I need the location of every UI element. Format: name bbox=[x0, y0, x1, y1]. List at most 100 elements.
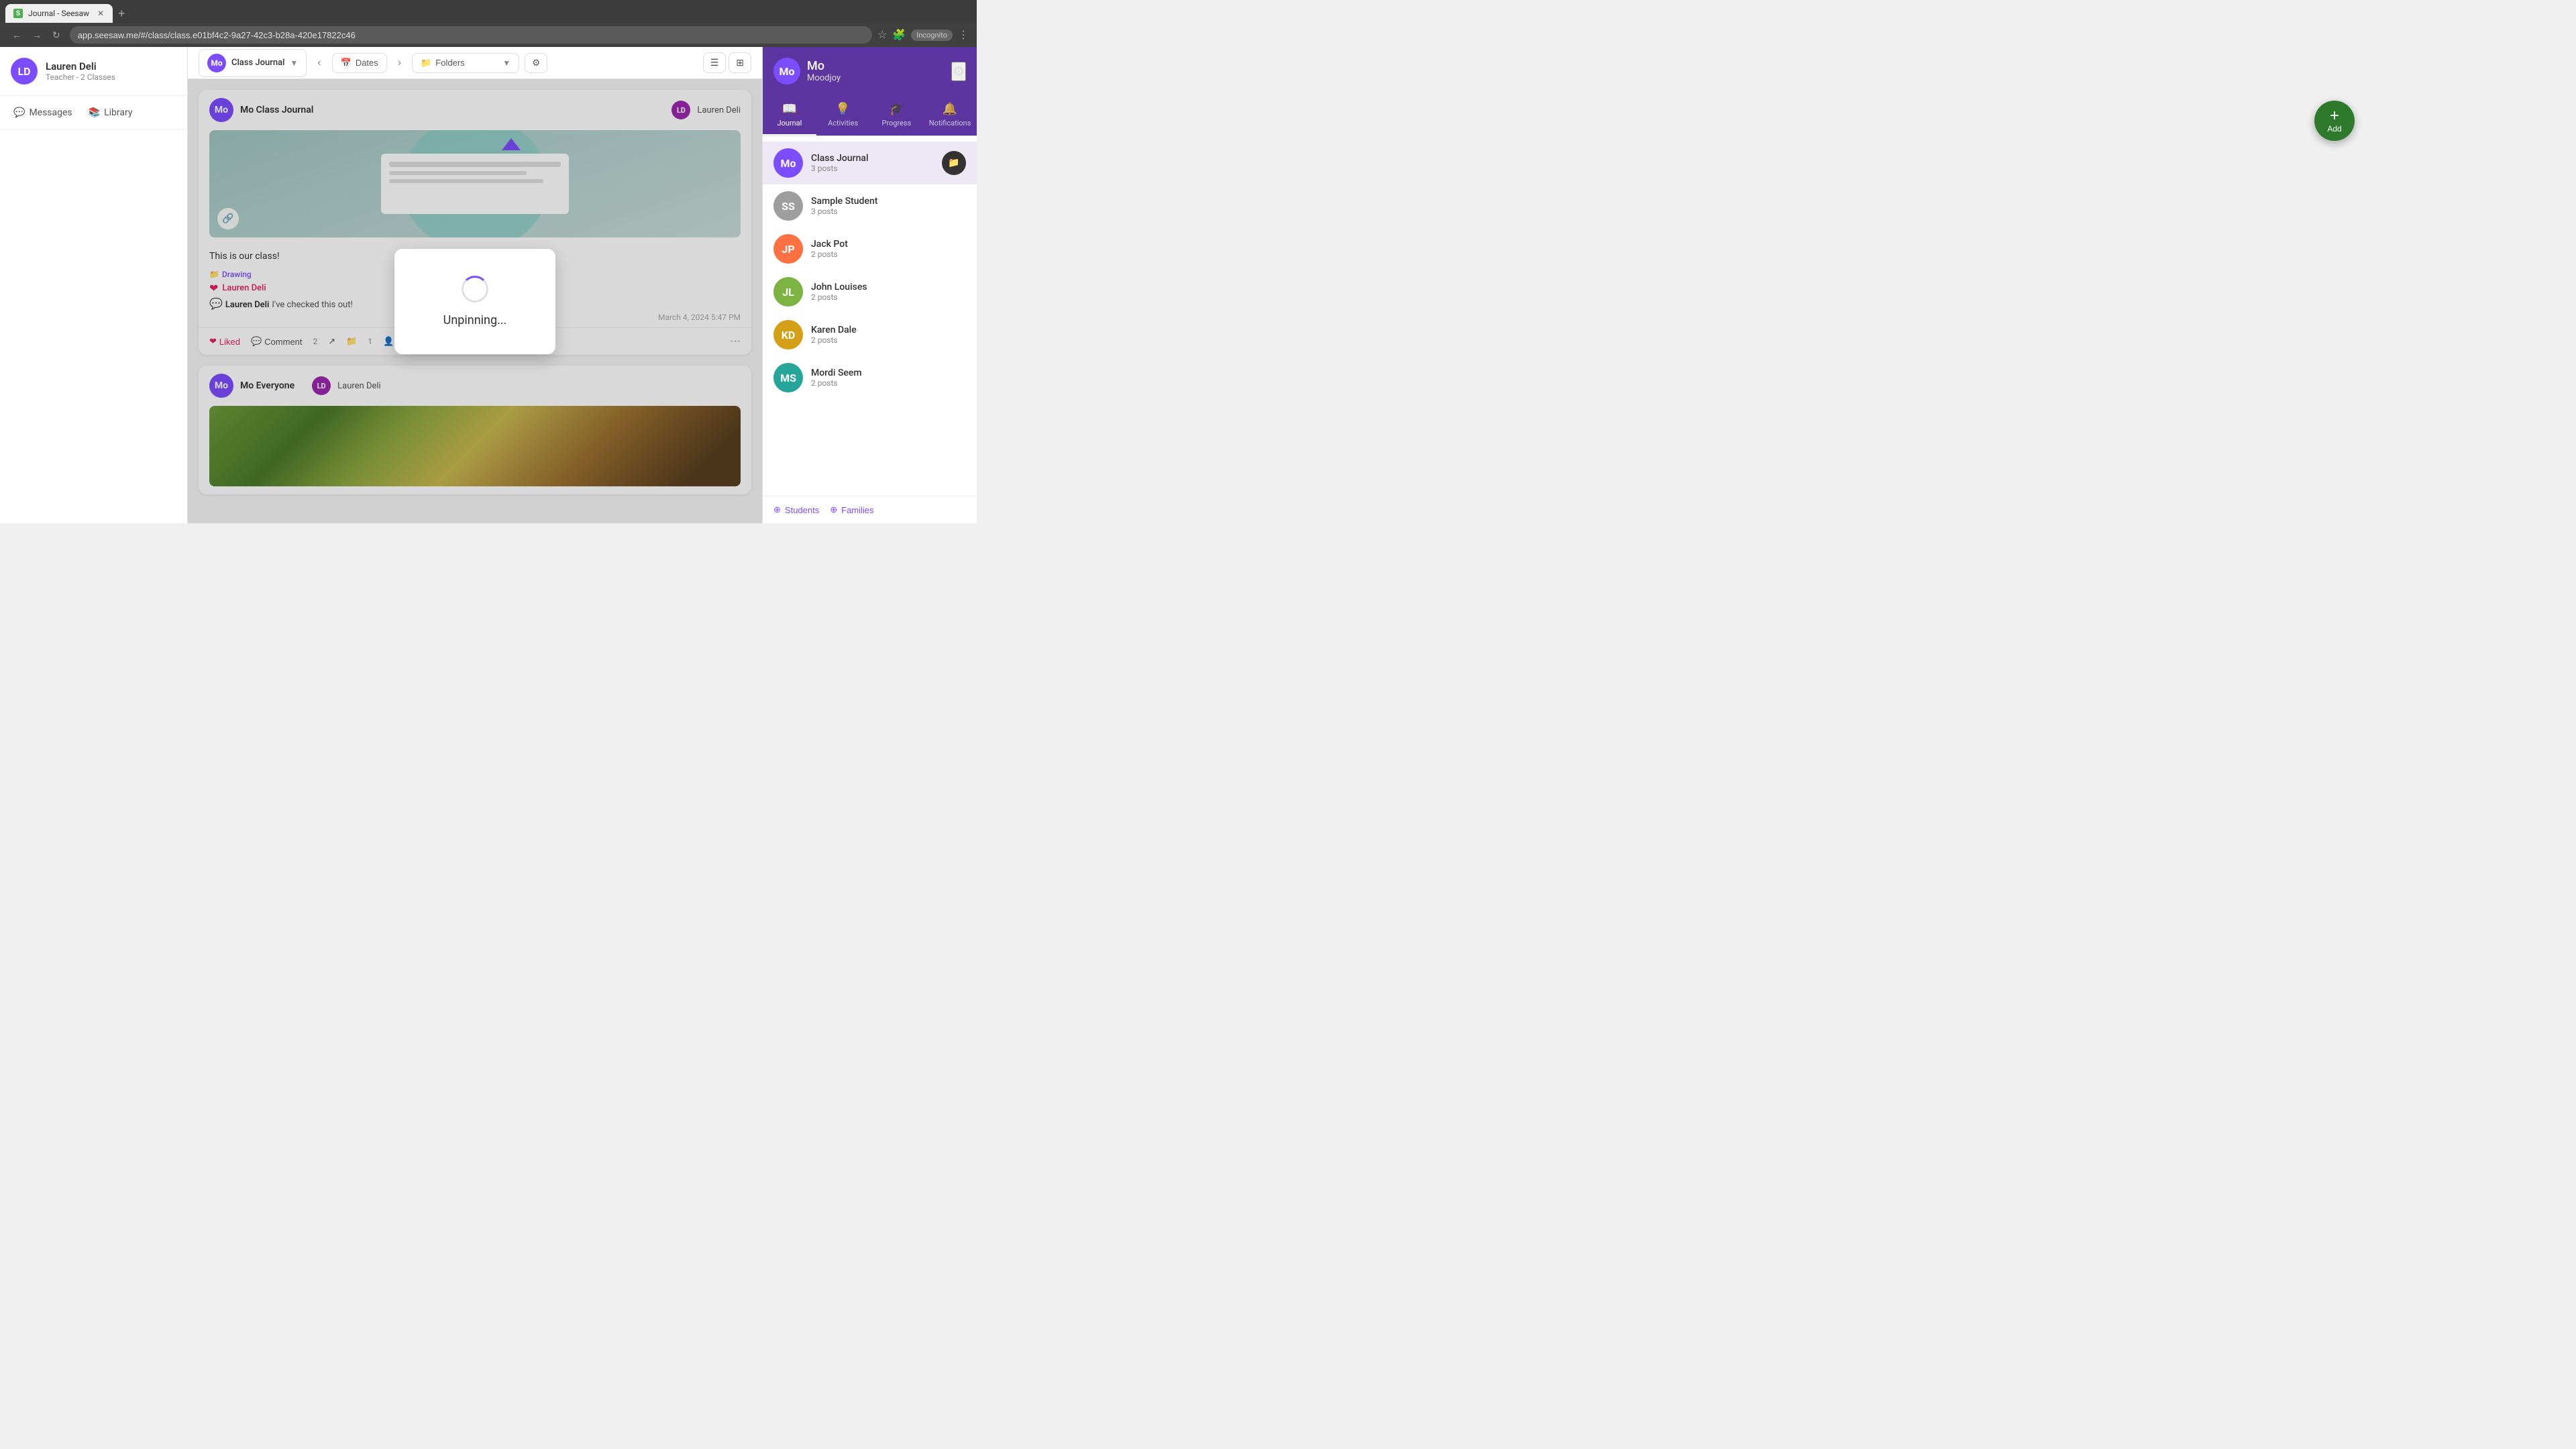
settings-button[interactable]: ⚙ bbox=[951, 62, 966, 81]
add-students-icon: ⊕ bbox=[773, 504, 781, 515]
journal-label: Class Journal bbox=[231, 58, 284, 68]
feed-area[interactable]: Mo Mo Class Journal LD Lauren Deli bbox=[188, 79, 762, 523]
tab-close-button[interactable]: ✕ bbox=[97, 9, 104, 18]
journal-tab-label: Journal bbox=[777, 119, 802, 127]
user-header: LD Lauren Deli Teacher - 2 Classes bbox=[0, 47, 187, 96]
prev-button[interactable]: ‹ bbox=[312, 54, 326, 72]
student-5-name: Mordi Seem bbox=[811, 368, 862, 378]
add-label: Add bbox=[2327, 124, 2341, 133]
back-button[interactable]: ← bbox=[8, 27, 25, 44]
calendar-icon: 📅 bbox=[341, 58, 352, 68]
folders-label: Folders bbox=[435, 58, 464, 68]
add-families-icon: ⊕ bbox=[830, 504, 837, 515]
messages-icon: 💬 bbox=[13, 107, 25, 118]
activities-tab-icon: 💡 bbox=[835, 102, 850, 116]
list-view-button[interactable]: ☰ bbox=[703, 52, 727, 73]
bookmark-button[interactable]: ☆ bbox=[877, 28, 887, 42]
unpinning-dialog: Unpinning... bbox=[394, 249, 555, 354]
journal-selector[interactable]: Mo Class Journal ▼ bbox=[199, 49, 307, 77]
avatar: LD bbox=[11, 58, 38, 85]
tab-favicon: S bbox=[13, 9, 23, 18]
notifications-tab-icon: 🔔 bbox=[943, 102, 957, 116]
next-button[interactable]: › bbox=[392, 54, 407, 72]
grid-view-button[interactable]: ⊞ bbox=[729, 52, 751, 73]
dates-button[interactable]: 📅 Dates bbox=[332, 53, 387, 73]
add-students-label: Students bbox=[785, 505, 819, 515]
student-item-5[interactable]: MS Mordi Seem 2 posts bbox=[763, 356, 977, 399]
student-4-name: Karen Dale bbox=[811, 325, 857, 335]
new-tab-button[interactable]: + bbox=[118, 4, 125, 23]
dates-label: Dates bbox=[356, 58, 378, 68]
activities-tab-label: Activities bbox=[828, 119, 858, 127]
tab-journal[interactable]: 📖 Journal bbox=[763, 95, 816, 136]
student-2-name: Jack Pot bbox=[811, 239, 848, 250]
add-students-button[interactable]: ⊕ Students bbox=[773, 504, 819, 515]
folder-icon: 📁 bbox=[421, 58, 431, 68]
tab-title: Journal - Seesaw bbox=[28, 9, 89, 18]
filter-button[interactable]: ⚙ bbox=[525, 53, 547, 73]
student-3-name: John Louises bbox=[811, 282, 867, 292]
user-info: Lauren Deli Teacher - 2 Classes bbox=[46, 60, 176, 82]
student-1-name: Sample Student bbox=[811, 196, 877, 207]
student-2-posts: 2 posts bbox=[811, 250, 848, 259]
student-item-2[interactable]: JP Jack Pot 2 posts bbox=[763, 227, 977, 270]
browser-tab[interactable]: S Journal - Seesaw ✕ bbox=[5, 4, 113, 23]
student-item-0[interactable]: Mo Class Journal 3 posts 📁 bbox=[763, 142, 977, 184]
right-avatar: Mo bbox=[773, 58, 800, 85]
student-2-avatar: JP bbox=[773, 234, 803, 264]
student-4-avatar: KD bbox=[773, 320, 803, 350]
folders-button[interactable]: 📁 Folders ▼ bbox=[412, 53, 519, 73]
student-0-name: Class Journal bbox=[811, 153, 869, 164]
student-3-avatar: JL bbox=[773, 277, 803, 307]
add-plus-icon: + bbox=[2330, 108, 2339, 124]
content-toolbar: Mo Class Journal ▼ ‹ 📅 Dates › 📁 Folders… bbox=[188, 47, 762, 79]
add-families-label: Families bbox=[841, 505, 873, 515]
messages-nav[interactable]: 💬 Messages bbox=[13, 107, 72, 118]
add-section: ⊕ Students ⊕ Families bbox=[763, 496, 977, 523]
extensions-button[interactable]: 🧩 bbox=[892, 28, 906, 42]
user-role: Teacher - 2 Classes bbox=[46, 72, 176, 82]
library-label: Library bbox=[104, 107, 132, 118]
journal-chevron-icon: ▼ bbox=[290, 58, 298, 68]
user-name: Lauren Deli bbox=[46, 60, 176, 72]
folder-icon-right: 📁 bbox=[942, 151, 966, 175]
spinner bbox=[462, 276, 488, 303]
progress-tab-icon: 🎓 bbox=[889, 102, 904, 116]
right-name: Mo bbox=[807, 59, 841, 73]
unpinning-overlay: Unpinning... bbox=[188, 79, 762, 523]
student-4-posts: 2 posts bbox=[811, 335, 857, 345]
main-content: Mo Class Journal ▼ ‹ 📅 Dates › 📁 Folders… bbox=[188, 47, 762, 523]
student-item-4[interactable]: KD Karen Dale 2 posts bbox=[763, 313, 977, 356]
student-0-posts: 3 posts bbox=[811, 164, 869, 173]
folders-chevron-icon: ▼ bbox=[502, 58, 511, 68]
user-sidebar: LD Lauren Deli Teacher - 2 Classes 💬 Mes… bbox=[0, 47, 188, 523]
notifications-tab-label: Notifications bbox=[929, 119, 971, 127]
unpinning-text: Unpinning... bbox=[443, 313, 507, 327]
messages-label: Messages bbox=[29, 107, 72, 118]
student-item-3[interactable]: JL John Louises 2 posts bbox=[763, 270, 977, 313]
library-nav[interactable]: 📚 Library bbox=[89, 107, 133, 118]
journal-avatar: Mo bbox=[207, 54, 226, 72]
reload-button[interactable]: ↻ bbox=[48, 27, 64, 44]
add-families-button[interactable]: ⊕ Families bbox=[830, 504, 873, 515]
student-item-1[interactable]: SS Sample Student 3 posts bbox=[763, 184, 977, 227]
student-list: Mo Class Journal 3 posts 📁 SS Sample Stu… bbox=[763, 136, 977, 496]
journal-tab-icon: 📖 bbox=[782, 102, 797, 116]
add-float-button[interactable]: + Add bbox=[2314, 101, 2355, 141]
student-3-posts: 2 posts bbox=[811, 292, 867, 302]
forward-button[interactable]: → bbox=[28, 27, 46, 44]
right-header: Mo Mo Moodjoy ⚙ bbox=[763, 47, 977, 95]
student-5-posts: 2 posts bbox=[811, 378, 862, 388]
right-sidebar: Mo Mo Moodjoy ⚙ 📖 Journal 💡 Activities 🎓… bbox=[762, 47, 977, 523]
address-input[interactable] bbox=[70, 26, 872, 44]
student-0-avatar: Mo bbox=[773, 148, 803, 178]
right-username: Moodjoy bbox=[807, 73, 841, 83]
student-1-posts: 3 posts bbox=[811, 207, 877, 216]
student-5-avatar: MS bbox=[773, 363, 803, 392]
menu-button[interactable]: ⋮ bbox=[958, 28, 969, 42]
right-tabs: 📖 Journal 💡 Activities 🎓 Progress 🔔 Noti… bbox=[763, 95, 977, 136]
student-1-avatar: SS bbox=[773, 191, 803, 221]
tab-notifications[interactable]: 🔔 Notifications bbox=[923, 95, 977, 136]
tab-progress[interactable]: 🎓 Progress bbox=[870, 95, 924, 136]
tab-activities[interactable]: 💡 Activities bbox=[816, 95, 870, 136]
